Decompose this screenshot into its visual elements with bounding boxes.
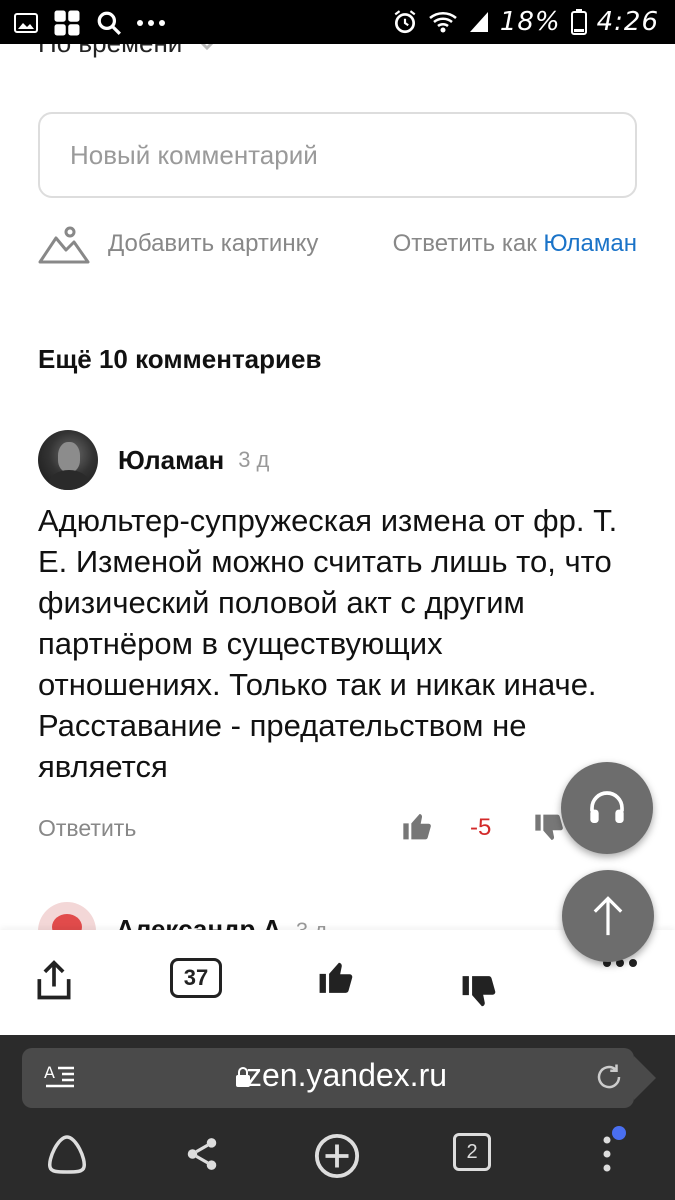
listen-button[interactable] xyxy=(561,762,653,854)
alice-icon[interactable] xyxy=(44,1133,90,1175)
clock: 4:26 xyxy=(596,7,659,37)
image-icon xyxy=(14,13,38,33)
notification-dot xyxy=(612,1126,626,1140)
scroll-up-button[interactable] xyxy=(562,870,654,962)
avatar[interactable] xyxy=(38,430,98,490)
comment-actions: Ответить -5 xyxy=(38,808,638,848)
svg-text:A: A xyxy=(44,1063,55,1082)
search-icon xyxy=(97,11,121,35)
comment-score: -5 xyxy=(470,814,492,841)
comments-count: 37 xyxy=(183,965,209,990)
add-picture-label: Добавить картинку xyxy=(108,230,319,257)
add-picture-button[interactable]: Добавить картинку xyxy=(38,224,318,264)
share-icon[interactable] xyxy=(32,958,76,1004)
signal-icon xyxy=(469,12,488,32)
comment-age: 3 д xyxy=(238,447,270,472)
menu-icon[interactable] xyxy=(600,1133,614,1175)
alarm-icon xyxy=(394,10,416,34)
url-text[interactable]: zen.yandex.ru xyxy=(246,1057,447,1094)
comment-text: Адюльтер-супружеская измена от фр. Т. Е.… xyxy=(38,503,618,784)
status-bar-overlay: 18% 4:26 xyxy=(0,0,675,44)
grid-icon xyxy=(54,10,80,36)
reader-icon[interactable]: A xyxy=(44,1062,76,1094)
refresh-icon[interactable] xyxy=(594,1062,624,1092)
browser-bar: A zen.yandex.ru 2 xyxy=(0,1035,675,1200)
thumb-down-icon[interactable] xyxy=(461,970,499,1014)
comment-author[interactable]: Юламан xyxy=(118,445,224,476)
headphones-icon xyxy=(590,791,624,823)
battery-percent: 18% xyxy=(499,7,561,37)
tabs-count: 2 xyxy=(466,1140,478,1163)
picture-icon xyxy=(38,226,90,264)
share-icon[interactable] xyxy=(183,1133,221,1175)
battery-icon xyxy=(570,9,587,35)
wifi-icon xyxy=(429,11,457,33)
arrow-up-icon xyxy=(593,896,623,936)
browser-nav: 2 xyxy=(0,1125,675,1185)
new-comment-input[interactable]: Новый комментарий xyxy=(38,112,637,198)
attach-row: Добавить картинку Ответить как Юламан xyxy=(38,222,637,266)
thumb-up-icon[interactable] xyxy=(318,958,356,996)
address-bar[interactable]: A zen.yandex.ru xyxy=(22,1048,656,1108)
comment-item: Юламан 3 д Адюльтер-супружеская измена о… xyxy=(38,430,638,841)
reply-as[interactable]: Ответить как Юламан xyxy=(393,230,637,258)
comment-header: Юламан 3 д xyxy=(38,430,638,490)
new-comment-placeholder: Новый комментарий xyxy=(70,139,318,170)
reply-as-label: Ответить как xyxy=(392,230,537,257)
reply-as-name[interactable]: Юламан xyxy=(543,230,637,257)
reply-button[interactable]: Ответить xyxy=(38,815,136,842)
thumb-up-icon[interactable] xyxy=(402,810,434,842)
plus-icon[interactable] xyxy=(314,1133,360,1179)
more-icon xyxy=(137,20,165,26)
tabs-icon[interactable]: 2 xyxy=(453,1133,491,1171)
comment-count-icon[interactable]: 37 xyxy=(170,958,222,998)
more-comments-link[interactable]: Ещё 10 комментариев xyxy=(38,344,321,375)
